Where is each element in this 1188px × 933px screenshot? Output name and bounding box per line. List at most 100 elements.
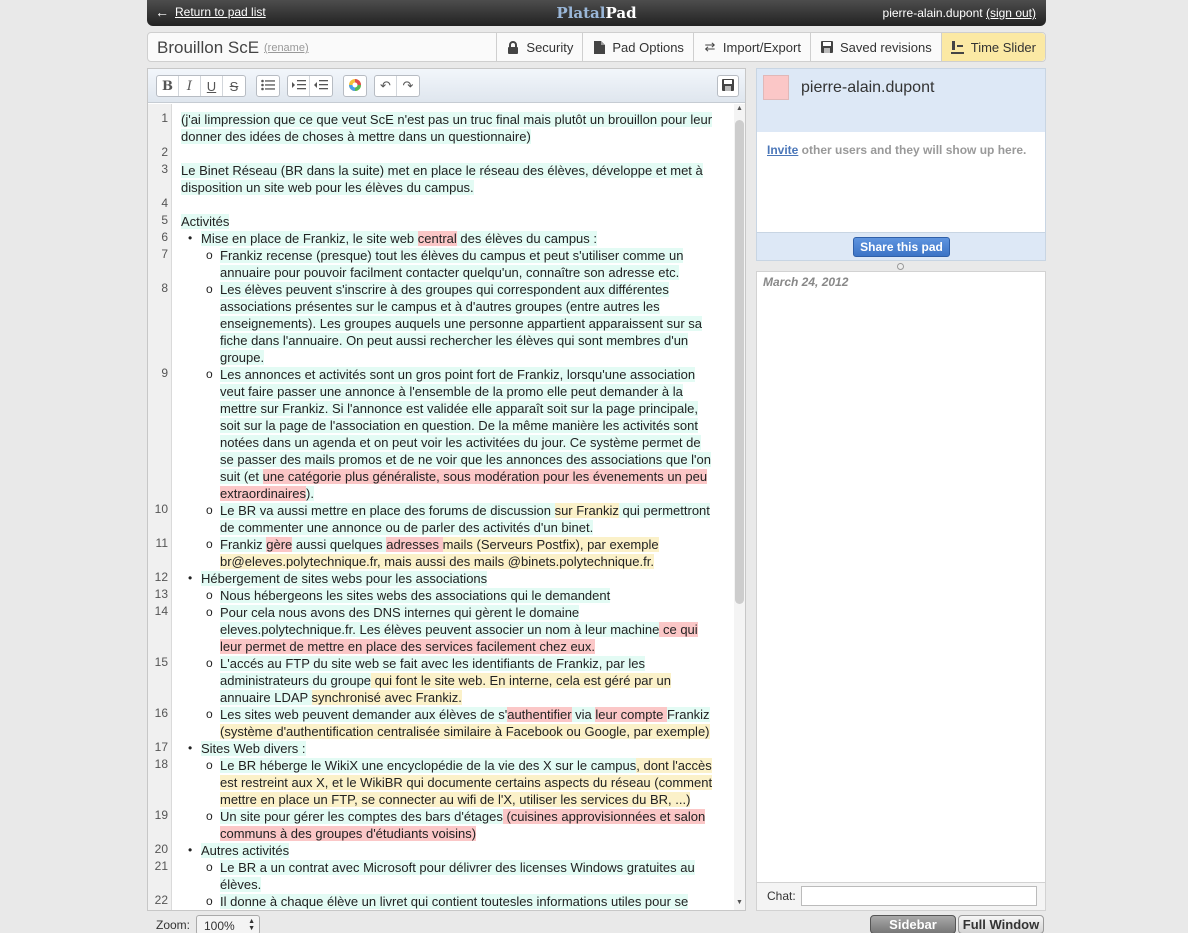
line-number: 6 [161,230,168,244]
line-number: 8 [161,281,168,295]
line-number: 2 [161,145,168,159]
user-color-swatch[interactable] [763,75,789,100]
tab-security[interactable]: Security [496,33,582,61]
sign-out-link[interactable]: (sign out) [986,6,1036,20]
text-line[interactable]: (système d'authentification centralisée … [181,723,726,740]
text-segment: fiche dans l'annuaire. On peut aussi rec… [220,333,689,348]
outdent-button[interactable] [310,76,332,96]
text-segment: donner des idées de choses à mettre dans… [181,129,531,144]
text-segment: Pour cela nous avons des DNS internes qu… [220,605,580,620]
bullet-list-icon [261,79,275,94]
text-line[interactable]: donner des idées de choses à mettre dans… [181,128,726,145]
text-segment: authentifier [507,707,572,722]
text-line[interactable]: o Les annonces et activités sont un gros … [181,366,726,383]
text-line[interactable]: o Les élèves peuvent s'inscrire à des gro… [181,281,726,298]
text-line[interactable]: élèves. [181,876,726,893]
text-line[interactable]: o Le BR va aussi mettre en place des foru… [181,502,726,519]
sidebar-toggle-button[interactable]: Sidebar [870,915,956,933]
bullet-circle-icon: o [206,588,213,602]
tab-import-export[interactable]: ⇄ Import/Export [692,33,810,61]
return-to-pad-list[interactable]: ← Return to pad list [155,5,266,19]
text-line[interactable]: o Un site pour gérer les comptes des bars… [181,808,726,825]
bold-button[interactable]: B [157,76,179,96]
indent-button[interactable] [288,76,310,96]
text-line[interactable]: o L'accés au FTP du site web se fait avec… [181,655,726,672]
panel-resize-handle[interactable] [897,263,904,270]
text-line[interactable]: o Nous hébergeons les sites webs des asso… [181,587,726,604]
text-line[interactable]: Activités [181,213,726,230]
bullet-list-button[interactable] [257,76,279,96]
text-line[interactable]: Le Binet Réseau (BR dans la suite) met e… [181,162,726,179]
bullet-circle-icon: o [206,537,213,551]
text-line[interactable]: o Pour cela nous avons des DNS internes q… [181,604,726,621]
text-line[interactable]: mettre en place un FTP, se connecter au … [181,791,726,808]
text-line[interactable]: administrateurs du groupe qui font le si… [181,672,726,689]
text-line[interactable]: o Il donne à chaque élève un livret qui c… [181,893,726,910]
text-line[interactable]: o Les sites web peuvent demander aux élèv… [181,706,726,723]
text-line[interactable]: • Autres activités [181,842,726,859]
text-line[interactable]: • Hébergement de sites webs pour les asso… [181,570,726,587]
scroll-thumb[interactable] [735,120,744,604]
text-segment: notées dans un agenda et on peut voir le… [220,435,701,450]
text-line[interactable]: o Frankiz recense (presque) tout les élèv… [181,247,726,264]
text-line[interactable]: notées dans un agenda et on peut voir le… [181,434,726,451]
top-bar: ← Return to pad list PlatalPad pierre-al… [147,0,1046,26]
text-line[interactable]: o Le BR héberge le WikiX une encyclopédie… [181,757,726,774]
redo-button[interactable]: ↷ [397,76,419,96]
tab-pad-options[interactable]: Pad Options [582,33,693,61]
text-segment: communs à des groupes d'étudiants voisin… [220,826,477,841]
strikethrough-button[interactable]: S [223,76,245,96]
text-line[interactable]: mettre sur Frankiz. Si l'annonce est val… [181,400,726,417]
back-arrow-icon: ← [155,4,169,20]
text-line[interactable]: groupe. [181,349,726,366]
clear-authorship-button[interactable] [344,76,366,96]
underline-button[interactable]: U [201,76,223,96]
italic-button[interactable]: I [179,76,201,96]
text-line[interactable]: enseignements). Les groupes auquels une … [181,315,726,332]
text-line[interactable]: soit sur la page de l'association en que… [181,417,726,434]
tab-label: Security [526,39,574,55]
text-line[interactable]: • Mise en place de Frankiz, le site web c… [181,230,726,247]
bullet-circle-icon: o [206,605,213,619]
tab-saved-revisions[interactable]: Saved revisions [809,33,941,61]
save-revision-button[interactable] [717,75,739,97]
share-pad-button[interactable]: Share this pad [853,237,950,257]
text-line[interactable]: o Frankiz gère aussi quelques adresses ma… [181,536,726,553]
text-line[interactable]: suit (et une catégorie plus généraliste,… [181,468,726,485]
text-line[interactable]: (j'ai limpression que ce que veut ScE n'… [181,111,726,128]
text-line[interactable]: o Le BR a un contrat avec Microsoft pour … [181,859,726,876]
editor-scrollbar[interactable]: ▲ ▼ [734,104,745,910]
text-line[interactable]: communs à des groupes d'étudiants voisin… [181,825,726,842]
tab-label: Time Slider [970,39,1036,55]
text-line[interactable]: se passer des mails promos et de ne voir… [181,451,726,468]
full-window-button[interactable]: Full Window [958,915,1044,933]
editor-content[interactable]: (j'ai limpression que ce que veut ScE n'… [173,104,733,910]
chat-input[interactable] [801,886,1037,906]
text-line[interactable]: eleves.polytechnique.fr. Les élèves peuv… [181,621,726,638]
rename-link[interactable]: (rename) [264,42,309,54]
text-line[interactable]: leur permet de mettre en place des servi… [181,638,726,655]
text-line[interactable]: de commenter une annonce ou de parler de… [181,519,726,536]
scroll-up-icon[interactable]: ▲ [734,105,745,115]
text-line[interactable]: est restreint aux X, et le WikiBR qui do… [181,774,726,791]
share-bar: Share this pad [757,232,1045,260]
line-number: 20 [154,842,168,856]
text-line[interactable]: associations présentes sur le campus et … [181,298,726,315]
text-line[interactable]: disposition un site web pour les élèves … [181,179,726,196]
text-line[interactable]: extraordinaires). [181,485,726,502]
tab-time-slider[interactable]: Time Slider [940,33,1045,61]
text-line[interactable]: • Sites Web divers : [181,740,726,757]
zoom-select[interactable]: 100% ▲ ▼ [196,915,260,933]
text-line[interactable]: veut faire passer une annonce à l'ensemb… [181,383,726,400]
time-slider-icon [951,40,965,54]
user-name[interactable]: pierre-alain.dupont [801,79,934,97]
scroll-down-icon[interactable]: ▼ [734,899,745,909]
return-link[interactable]: Return to pad list [175,5,266,19]
undo-button[interactable]: ↶ [375,76,397,96]
text-line[interactable]: br@eleves.polytechnique.fr, mais aussi d… [181,553,726,570]
text-line[interactable]: fiche dans l'annuaire. On peut aussi rec… [181,332,726,349]
text-segment: synchronisé avec Frankiz. [311,690,462,705]
text-line[interactable]: annuaire LDAP synchronisé avec Frankiz. [181,689,726,706]
text-line[interactable]: annuaire pour pouvoir facilment contacte… [181,264,726,281]
invite-link[interactable]: Invite [767,143,798,157]
